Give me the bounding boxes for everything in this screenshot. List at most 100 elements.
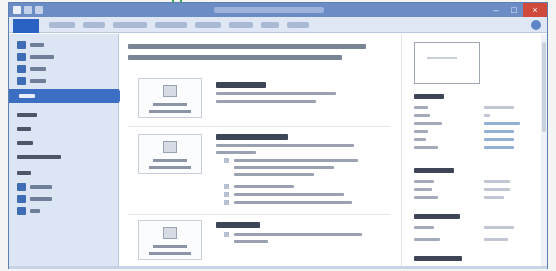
section-2-heading: [216, 134, 288, 140]
bullet-icon: [224, 200, 229, 205]
property-value[interactable]: [484, 130, 514, 133]
section-3-description-line: [234, 240, 268, 243]
help-icon: [17, 183, 26, 191]
section-2-button[interactable]: [138, 134, 202, 174]
nav-item-label: [17, 141, 33, 145]
property-value: [484, 180, 510, 183]
nav-item-options[interactable]: [17, 194, 52, 204]
bullet-text: [234, 193, 344, 196]
section-1-heading: [216, 82, 266, 88]
section-2-description-line: [216, 151, 256, 154]
nav-item-new[interactable]: [17, 124, 31, 134]
property-key: [414, 106, 428, 109]
vertical-scrollbar[interactable]: [541, 34, 547, 268]
section-1-button[interactable]: [138, 78, 202, 118]
tab-6[interactable]: [229, 22, 253, 28]
property-value[interactable]: [484, 146, 514, 149]
nav-item-save[interactable]: [17, 40, 44, 50]
tab-5[interactable]: [195, 22, 221, 28]
nav-item-recent[interactable]: [17, 110, 37, 120]
property-key: [414, 188, 432, 191]
bullet-text-continued: [234, 166, 334, 169]
nav-item-close[interactable]: [17, 76, 46, 86]
related-people-heading: [414, 214, 460, 219]
scrollbar-thumb[interactable]: [542, 42, 546, 132]
property-key: [414, 226, 434, 229]
title-bar: – □ ×: [9, 3, 547, 17]
bullet-text: [234, 159, 358, 162]
nav-item-info[interactable]: [9, 89, 125, 103]
property-value: [484, 238, 508, 241]
bullet-icon: [224, 192, 229, 197]
tab-1[interactable]: [49, 22, 75, 28]
page-title: [128, 40, 378, 64]
nav-item-label: [17, 155, 61, 159]
property-value: [484, 114, 490, 117]
related-dates-heading: [414, 168, 454, 173]
thumbnail-line: [427, 57, 457, 59]
nav-item-save-send[interactable]: [17, 152, 61, 162]
tab-2[interactable]: [83, 22, 105, 28]
status-bar: [9, 266, 547, 269]
document-thumbnail: [414, 42, 480, 84]
nav-item-label: [30, 43, 44, 47]
property-value[interactable]: [484, 138, 514, 141]
app-icon[interactable]: [13, 6, 21, 14]
property-value: [484, 226, 514, 229]
nav-item-label: [30, 185, 52, 189]
page-title-line: [128, 55, 342, 60]
section-3-heading: [216, 222, 260, 228]
nav-item-help[interactable]: [17, 168, 31, 178]
nav-item-label: [30, 197, 52, 201]
window-controls: – □ ×: [487, 3, 547, 17]
ribbon-tab-bar: [9, 17, 547, 33]
button-label-line: [153, 103, 187, 106]
property-key: [414, 196, 438, 199]
property-key: [414, 130, 428, 133]
button-label-line: [149, 110, 191, 113]
save-as-icon: [17, 53, 26, 61]
divider: [128, 214, 390, 215]
button-label-line: [149, 252, 191, 255]
section-3-button[interactable]: [138, 220, 202, 260]
application-window: – □ ×: [8, 2, 548, 269]
nav-item-open[interactable]: [17, 64, 46, 74]
nav-item-label: [17, 171, 31, 175]
document-icon: [163, 85, 177, 97]
save-icon[interactable]: [24, 6, 32, 14]
help-icon[interactable]: [531, 20, 541, 30]
exit-icon: [17, 207, 26, 215]
bullet-icon: [224, 158, 229, 163]
nav-item-exit[interactable]: [17, 206, 40, 216]
property-value: [484, 196, 504, 199]
undo-icon[interactable]: [35, 6, 43, 14]
bullet-text-continued: [234, 173, 314, 176]
versions-icon: [163, 227, 177, 239]
maximize-button[interactable]: □: [505, 3, 523, 17]
nav-item-label: [30, 55, 54, 59]
button-label-line: [153, 245, 187, 248]
tab-3[interactable]: [113, 22, 147, 28]
property-key: [414, 138, 426, 141]
tab-4[interactable]: [155, 22, 187, 28]
property-value[interactable]: [484, 122, 520, 125]
nav-item-label: [30, 67, 46, 71]
info-main-panel: [120, 34, 400, 268]
property-value: [484, 188, 510, 191]
close-button[interactable]: ×: [523, 3, 547, 17]
tab-file[interactable]: [13, 19, 39, 33]
minimize-button[interactable]: –: [487, 3, 505, 17]
property-key: [414, 114, 430, 117]
tab-7[interactable]: [261, 22, 279, 28]
nav-item-print[interactable]: [17, 138, 33, 148]
nav-item-add-ins[interactable]: [17, 182, 52, 192]
nav-item-label: [17, 127, 31, 131]
property-key: [414, 122, 442, 125]
nav-item-save-as[interactable]: [17, 52, 54, 62]
bullet-text: [234, 185, 294, 188]
property-key: [414, 238, 440, 241]
save-icon: [17, 41, 26, 49]
properties-heading[interactable]: [414, 94, 444, 99]
bullet-icon: [224, 232, 229, 237]
tab-8[interactable]: [287, 22, 309, 28]
